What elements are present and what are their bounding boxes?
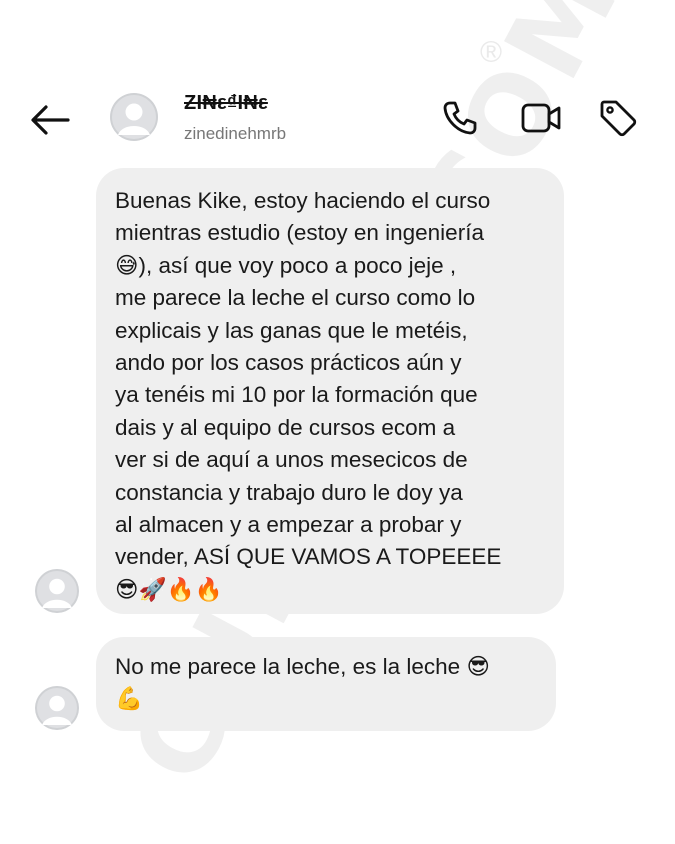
arrow-left-icon [31,105,70,135]
sender-avatar[interactable] [35,686,79,730]
chat-header: ZI₦ε₫I₦ε zinedinehmrb [0,0,675,180]
message-line: ya tenéis mi 10 por la formación que [115,382,478,408]
message-line: me parece la leche el curso como lo [115,285,476,311]
message-line: 😅), así que voy poco a poco jeje , [115,252,457,278]
video-icon [521,103,561,133]
default-avatar-icon [110,93,158,141]
contact-display-name[interactable]: ZI₦ε₫I₦ε [184,92,268,115]
message-bubble[interactable]: No me parece la leche, es la leche 😎 💪 [96,637,556,731]
default-avatar-icon [35,686,79,730]
message-line: No me parece la leche, es la leche 😎 [115,654,490,679]
message-emoji-line: 😎🚀🔥🔥 [115,576,223,602]
tag-button[interactable] [598,98,638,138]
sender-avatar[interactable] [35,569,79,613]
message-line: Buenas Kike, estoy haciendo el curso [115,188,491,213]
message-line: ando por los casos prácticos aún y [115,350,462,376]
audio-call-button[interactable] [440,98,480,138]
back-button[interactable] [28,100,72,140]
message-line: dais y al equipo de cursos ecom a [115,414,456,440]
message-line: vender, ASÍ QUE VAMOS A TOPEEEE [115,544,502,570]
message-line: mientras estudio (estoy en ingeniería [115,220,484,246]
video-call-button[interactable] [520,98,561,138]
tag-icon [600,100,637,137]
message-bubble[interactable]: Buenas Kike, estoy haciendo el curso mie… [96,168,564,614]
message-line: constancia y trabajo duro le doy ya [115,479,463,505]
message-emoji-line: 💪 [115,686,144,712]
contact-avatar[interactable] [110,93,158,141]
phone-icon [443,101,477,135]
contact-username[interactable]: zinedinehmrb [184,124,286,144]
message-line: al almacen y a empezar a probar y [115,512,462,538]
default-avatar-icon [35,569,79,613]
message-line: ver si de aquí a unos mesecicos de [115,447,468,473]
message-line: explicais y las ganas que le metéis, [115,317,468,343]
